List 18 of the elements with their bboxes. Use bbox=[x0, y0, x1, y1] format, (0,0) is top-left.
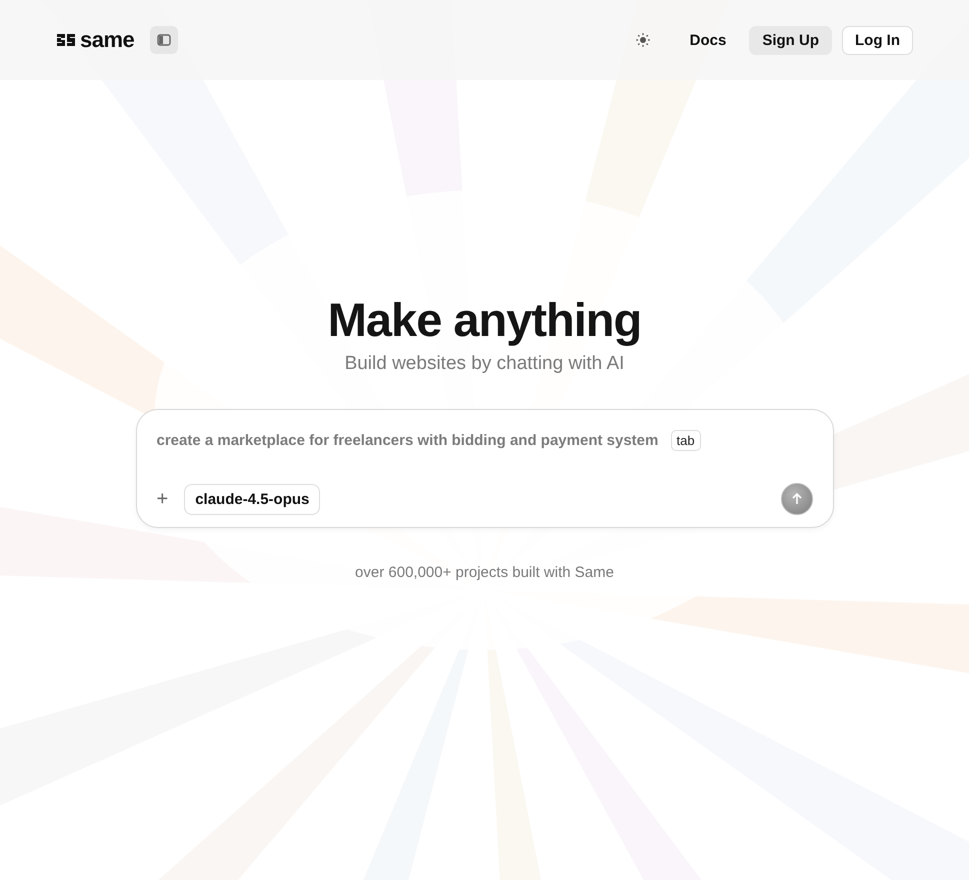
nav-link[interactable]: Docs bbox=[676, 26, 740, 54]
logo-icon bbox=[56, 32, 76, 48]
hero-title: Make anything bbox=[328, 292, 642, 347]
logo-text: same bbox=[80, 27, 134, 53]
model-selector[interactable]: claude-4.5-opus bbox=[184, 484, 320, 514]
add-button[interactable]: + bbox=[156, 488, 174, 510]
send-button[interactable] bbox=[780, 483, 812, 515]
hero-subtitle: Build websites by chatting with AI bbox=[344, 353, 624, 375]
theme-sun-icon[interactable] bbox=[634, 32, 651, 48]
prompt-box[interactable]: create a marketplace for freelancers with bidding and payment system tab + claude-4.5-opus bbox=[136, 409, 834, 528]
arrow-up-icon bbox=[790, 492, 804, 506]
sidebar-panel-icon bbox=[157, 34, 172, 46]
sidebar-toggle-button[interactable] bbox=[150, 26, 178, 54]
key-hint: tab bbox=[670, 430, 701, 451]
prompt-input[interactable]: create a marketplace for freelancers with bidding and payment system bbox=[156, 432, 664, 449]
projects-count-note: over 600,000+ projects built with Same bbox=[355, 564, 614, 581]
nav-button[interactable]: Sign Up bbox=[749, 26, 832, 54]
nav-button[interactable]: Log In bbox=[842, 26, 913, 54]
